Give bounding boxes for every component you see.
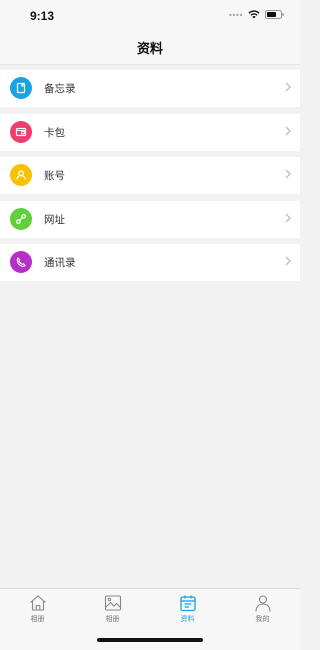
link-icon [10, 207, 32, 230]
status-time: 9:13 [30, 9, 55, 23]
tab-mine[interactable]: 我的 [225, 593, 300, 624]
page-title: 资料 [136, 42, 163, 57]
chevron-right-icon [285, 126, 291, 135]
notebook-icon [10, 77, 32, 99]
menu-item-websites[interactable]: 网址 [0, 200, 300, 238]
status-bar: 9:13 [0, 0, 300, 32]
menu-item-memo[interactable]: 备忘录 [0, 70, 300, 107]
battery-icon [265, 10, 284, 19]
tab-photos[interactable]: 相册 [75, 593, 150, 624]
tab-data[interactable]: 资料 [150, 593, 225, 624]
menu-item-label: 卡包 [44, 126, 65, 139]
menu-item-account[interactable]: 账号 [0, 157, 300, 194]
tab-home[interactable]: 相册 [0, 593, 75, 624]
menu-item-contacts[interactable]: 通讯录 [0, 244, 300, 281]
menu-item-cards[interactable]: 卡包 [0, 113, 300, 151]
chevron-right-icon [285, 82, 291, 92]
tab-label: 相册 [30, 615, 45, 623]
tab-label: 相册 [105, 615, 120, 623]
home-indicator [97, 638, 203, 642]
home-icon [29, 595, 46, 611]
person-icon [254, 595, 271, 612]
menu-list: 备忘录 卡包 账号 网址 通讯录 [0, 70, 300, 288]
menu-item-label: 备忘录 [44, 83, 76, 95]
chevron-right-icon [285, 213, 291, 222]
signal-dots-icon [229, 13, 243, 16]
chevron-right-icon [285, 169, 291, 179]
chevron-right-icon [285, 256, 291, 266]
phone-icon [10, 251, 32, 273]
wifi-icon [248, 10, 260, 19]
tab-label: 我的 [255, 615, 270, 623]
picture-icon [104, 595, 121, 611]
menu-item-label: 网址 [44, 213, 65, 226]
calendar-icon [179, 595, 196, 612]
navigation-bar: 资料 [0, 32, 300, 65]
user-icon [10, 164, 32, 186]
status-icons [229, 10, 284, 19]
menu-item-label: 账号 [44, 170, 65, 182]
tab-label: 资料 [180, 615, 195, 623]
wallet-icon [10, 120, 32, 143]
menu-item-label: 通讯录 [44, 257, 76, 269]
